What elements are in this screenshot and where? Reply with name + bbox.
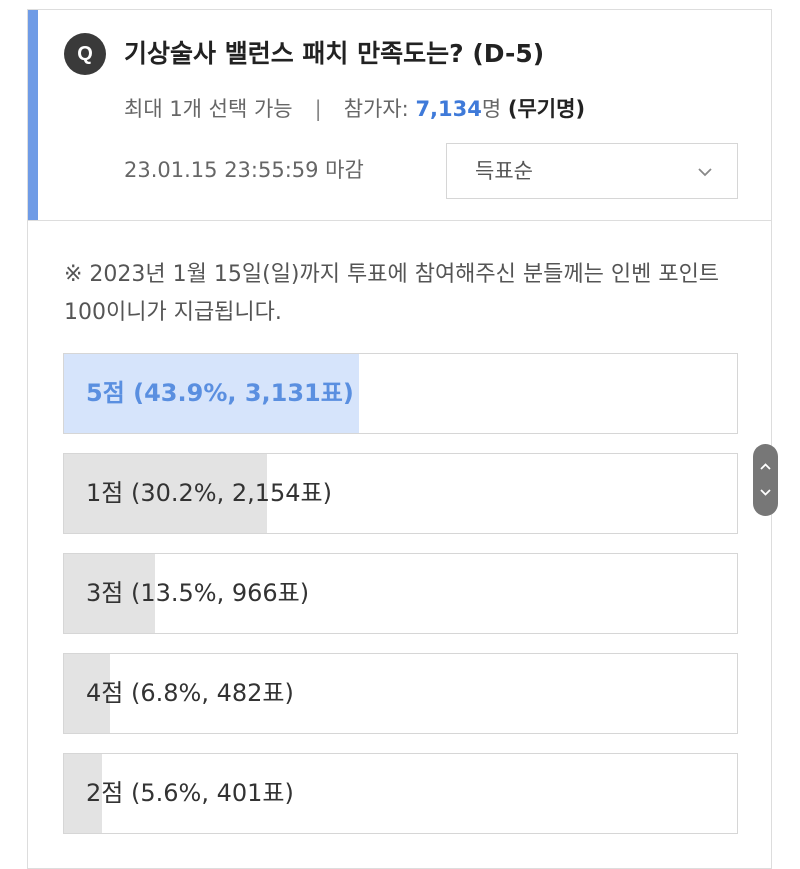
scroll-handle[interactable] xyxy=(753,444,778,516)
sort-selected-value: 득표순 xyxy=(475,159,533,183)
participants-count: 7,134 xyxy=(415,97,482,121)
chevron-down-icon xyxy=(698,168,712,177)
q-badge-icon: Q xyxy=(64,33,106,75)
poll-option[interactable]: 2점 (5.6%, 401표) xyxy=(63,753,738,834)
poll-option[interactable]: 1점 (30.2%, 2,154표) xyxy=(63,453,738,534)
poll-header: Q 기상술사 밸런스 패치 만족도는? (D-5) 최대 1개 선택 가능 | 참가… xyxy=(28,10,771,221)
poll-option[interactable]: 3점 (13.5%, 966표) xyxy=(63,553,738,634)
sort-select[interactable]: 득표순 xyxy=(446,143,738,199)
option-label: 1점 (30.2%, 2,154표) xyxy=(86,479,332,507)
participants-label: 참가자: xyxy=(343,97,416,121)
accent-bar xyxy=(28,10,38,220)
poll-option[interactable]: 5점 (43.9%, 3,131표) xyxy=(63,353,738,434)
option-label: 4점 (6.8%, 482표) xyxy=(86,679,294,707)
meta-separator: | xyxy=(314,97,322,121)
poll-option[interactable]: 4점 (6.8%, 482표) xyxy=(63,653,738,734)
poll-deadline: 23.01.15 23:55:59 마감 xyxy=(124,158,364,182)
anonymity-label: (무기명) xyxy=(507,97,586,121)
option-label: 3점 (13.5%, 966표) xyxy=(86,579,310,607)
poll-card: Q 기상술사 밸런스 패치 만족도는? (D-5) 최대 1개 선택 가능 | 참가… xyxy=(27,9,772,869)
participants-unit: 명 xyxy=(481,97,502,121)
poll-notice: ※ 2023년 1월 15일(일)까지 투표에 참여해주신 분들께는 인벤 포인… xyxy=(64,262,720,325)
poll-meta: 최대 1개 선택 가능 | 참가자: 7,134명 (무기명) xyxy=(124,94,585,124)
chevron-up-icon xyxy=(760,463,771,470)
poll-title: 기상술사 밸런스 패치 만족도는? (D-5) xyxy=(124,39,545,68)
chevron-down-icon xyxy=(760,489,771,496)
option-label: 5점 (43.9%, 3,131표) xyxy=(86,379,354,407)
selection-rule: 최대 1개 선택 가능 xyxy=(124,97,293,121)
option-label: 2점 (5.6%, 401표) xyxy=(86,779,294,807)
